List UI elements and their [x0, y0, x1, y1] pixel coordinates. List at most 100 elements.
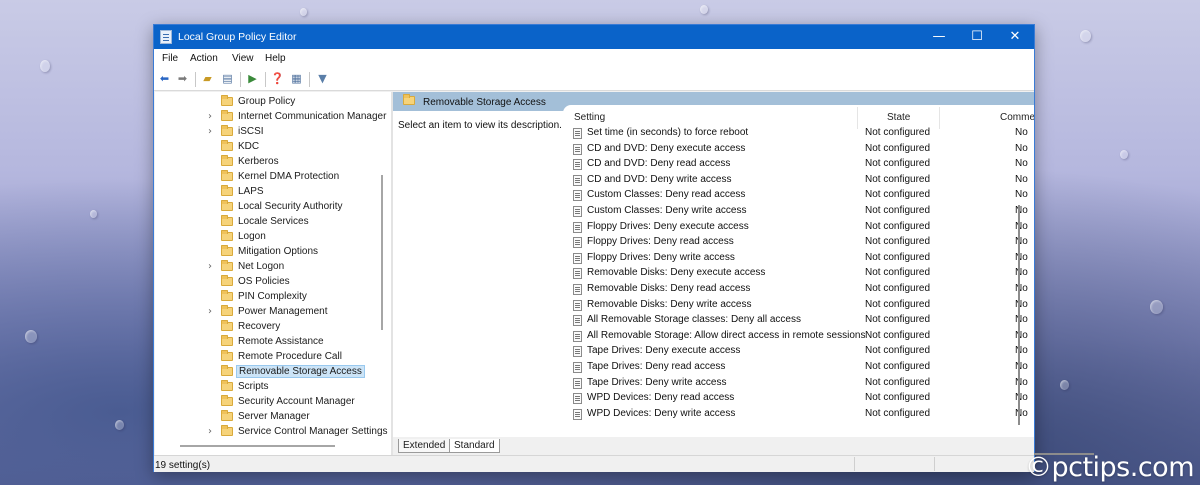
- column-header-setting[interactable]: Setting: [574, 112, 605, 123]
- tree-item[interactable]: Logon: [155, 230, 380, 245]
- tree-item[interactable]: KDC: [155, 140, 380, 155]
- help-icon[interactable]: ❓: [270, 72, 285, 86]
- tab-extended[interactable]: Extended: [398, 439, 451, 453]
- tree-item[interactable]: › Net Logon: [155, 260, 380, 275]
- tree-horizontal-scrollbar[interactable]: [180, 445, 335, 447]
- tree-item[interactable]: Security Account Manager: [155, 395, 380, 410]
- setting-state: Not configured: [865, 345, 931, 357]
- list-vertical-scrollbar[interactable]: [1018, 205, 1020, 425]
- setting-comment: No: [1015, 173, 1028, 185]
- tree-vertical-scrollbar[interactable]: [381, 175, 383, 330]
- policy-setting-icon: [573, 174, 582, 186]
- setting-row[interactable]: Tape Drives: Deny execute access Not conf…: [563, 344, 1034, 359]
- chevron-right-icon[interactable]: ›: [208, 126, 212, 137]
- tree-item[interactable]: LAPS: [155, 185, 380, 200]
- tree-item[interactable]: Remote Assistance: [155, 335, 380, 350]
- tab-standard[interactable]: Standard: [449, 439, 500, 453]
- setting-row[interactable]: Removable Disks: Deny execute access Not …: [563, 266, 1034, 281]
- setting-row[interactable]: Tape Drives: Deny read access Not configu…: [563, 360, 1034, 375]
- setting-row[interactable]: Custom Classes: Deny write access Not con…: [563, 204, 1034, 219]
- title-bar[interactable]: Local Group Policy Editor — ☐ ✕: [154, 25, 1034, 49]
- folder-icon: [221, 110, 233, 121]
- setting-row[interactable]: All Removable Storage classes: Deny all …: [563, 313, 1034, 328]
- chevron-right-icon[interactable]: ›: [208, 261, 212, 272]
- setting-comment: No: [1015, 236, 1028, 248]
- tree-item[interactable]: Kernel DMA Protection: [155, 170, 380, 185]
- setting-row[interactable]: All Removable Storage: Allow direct acce…: [563, 329, 1034, 344]
- setting-row[interactable]: Custom Classes: Deny read access Not conf…: [563, 188, 1034, 203]
- setting-state: Not configured: [865, 220, 931, 232]
- tree-item[interactable]: Scripts: [155, 380, 380, 395]
- column-header-state[interactable]: State: [887, 112, 910, 123]
- chevron-right-icon[interactable]: ›: [208, 426, 212, 437]
- setting-name: Custom Classes: Deny write access: [587, 205, 747, 216]
- chevron-right-icon[interactable]: ›: [208, 306, 212, 317]
- tree-item[interactable]: Recovery: [155, 320, 380, 335]
- tree-item[interactable]: PIN Complexity: [155, 290, 380, 305]
- menu-action[interactable]: Action: [190, 53, 218, 64]
- details-header-title: Removable Storage Access: [423, 97, 546, 108]
- setting-row[interactable]: Floppy Drives: Deny execute access Not co…: [563, 220, 1034, 235]
- tree-item[interactable]: Mitigation Options: [155, 245, 380, 260]
- tree-item[interactable]: › Service Control Manager Settings: [155, 425, 388, 440]
- chevron-right-icon[interactable]: ›: [208, 111, 212, 122]
- tree-item[interactable]: Group Policy: [155, 95, 380, 110]
- setting-comment: No: [1015, 267, 1028, 279]
- up-folder-icon[interactable]: ▰: [200, 72, 215, 86]
- tree-item[interactable]: Locale Services: [155, 215, 380, 230]
- setting-row[interactable]: CD and DVD: Deny execute access Not confi…: [563, 142, 1034, 157]
- setting-row[interactable]: CD and DVD: Deny write access Not configu…: [563, 173, 1034, 188]
- settings-list[interactable]: Setting State Comment Set time (in secon…: [563, 105, 1034, 440]
- maximize-button[interactable]: ☐: [958, 25, 996, 49]
- folder-icon: [221, 155, 233, 166]
- setting-row[interactable]: Set time (in seconds) to force reboot Not…: [563, 126, 1034, 141]
- minimize-button[interactable]: —: [920, 25, 958, 49]
- setting-row[interactable]: CD and DVD: Deny read access Not configur…: [563, 157, 1034, 172]
- setting-state: Not configured: [865, 329, 931, 341]
- setting-row[interactable]: WPD Devices: Deny read access Not configu…: [563, 391, 1034, 406]
- tree-item-label: OS Policies: [238, 276, 290, 287]
- setting-row[interactable]: Floppy Drives: Deny write access Not conf…: [563, 251, 1034, 266]
- setting-row[interactable]: Floppy Drives: Deny read access Not confi…: [563, 235, 1034, 250]
- export-list-icon[interactable]: ▶: [245, 72, 260, 86]
- properties-icon[interactable]: ▦: [289, 72, 304, 86]
- setting-row[interactable]: Removable Disks: Deny read access Not con…: [563, 282, 1034, 297]
- column-header-comment[interactable]: Comment: [1000, 112, 1034, 123]
- status-bar: 19 setting(s): [154, 455, 1034, 472]
- tree-item[interactable]: › Internet Communication Manager: [155, 110, 386, 125]
- tree-item-label: Kerberos: [238, 156, 279, 167]
- raindrop: [25, 330, 37, 343]
- setting-row[interactable]: WPD Devices: Deny write access Not config…: [563, 407, 1034, 422]
- setting-name: Floppy Drives: Deny execute access: [587, 220, 749, 232]
- menu-help[interactable]: Help: [265, 53, 286, 64]
- close-button[interactable]: ✕: [996, 25, 1034, 49]
- show-hide-tree-icon[interactable]: ▤: [220, 72, 235, 86]
- forward-arrow-icon[interactable]: ➡: [175, 72, 190, 86]
- tree-item-label: Local Security Authority: [238, 201, 343, 212]
- tree-item[interactable]: Local Security Authority: [155, 200, 380, 215]
- filter-icon[interactable]: ▼: [315, 72, 330, 86]
- tree-item[interactable]: OS Policies: [155, 275, 380, 290]
- menu-view[interactable]: View: [232, 53, 254, 64]
- menu-file[interactable]: File: [162, 53, 178, 64]
- setting-name: Removable Disks: Deny read access: [587, 283, 751, 294]
- back-arrow-icon[interactable]: ⬅: [157, 72, 172, 86]
- folder-icon: [221, 320, 233, 331]
- tree-item[interactable]: Removable Storage Access: [155, 365, 380, 380]
- console-tree[interactable]: Group Policy › Internet Communication Mana…: [155, 92, 391, 466]
- tree-item[interactable]: › Power Management: [155, 305, 380, 320]
- toolbar: ⬅ ➡ ▰ ▤ ▶ ❓ ▦ ▼: [154, 68, 1034, 91]
- tree-item[interactable]: › iSCSI: [155, 125, 380, 140]
- folder-icon: [221, 335, 233, 346]
- raindrop: [40, 60, 50, 72]
- folder-icon: [221, 95, 233, 106]
- tree-item[interactable]: Kerberos: [155, 155, 380, 170]
- gpedit-window: Local Group Policy Editor — ☐ ✕ File Act…: [153, 24, 1094, 472]
- folder-icon: [221, 140, 233, 151]
- setting-state: Not configured: [865, 142, 931, 154]
- setting-row[interactable]: Removable Disks: Deny write access Not co…: [563, 298, 1034, 313]
- setting-row[interactable]: Tape Drives: Deny write access Not config…: [563, 376, 1034, 391]
- tree-item[interactable]: Server Manager: [155, 410, 380, 425]
- setting-comment: No: [1015, 345, 1028, 357]
- tree-item[interactable]: Remote Procedure Call: [155, 350, 380, 365]
